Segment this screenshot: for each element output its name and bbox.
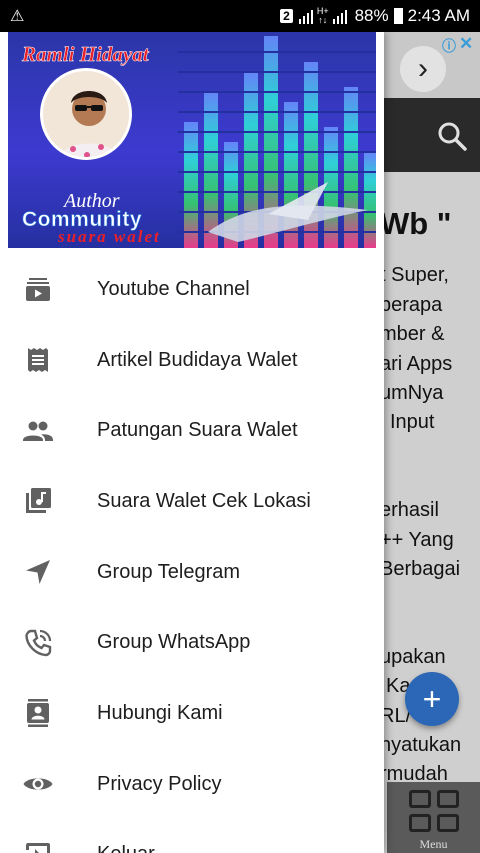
exit-icon xyxy=(25,842,50,853)
menu-item-label: Artikel Budidaya Walet xyxy=(97,348,298,371)
clock: 2:43 AM xyxy=(407,6,470,25)
menu-item-label: Privacy Policy xyxy=(97,772,222,795)
article-icon xyxy=(28,348,48,373)
signal-strength-icon xyxy=(298,8,313,24)
owner-name: Ramli Hidayat xyxy=(22,42,149,67)
navigation-drawer: Ramli Hidayat Author Community suara wal… xyxy=(0,32,384,853)
close-icon[interactable]: ✕ xyxy=(459,34,473,54)
menu-button[interactable]: Menu xyxy=(387,782,480,853)
menu-item-artikel-budidaya-walet[interactable]: Artikel Budidaya Walet xyxy=(0,325,384,396)
article-text-line: ari Apps xyxy=(380,353,453,375)
article-text-line: ++ Yang xyxy=(380,529,454,551)
status-bar: ⚠ 2 H+ ↑↓ 88% 2:43 AM xyxy=(0,0,480,32)
avatar xyxy=(40,68,132,160)
navigation-arrow-icon xyxy=(26,560,50,585)
equalizer-graphic xyxy=(178,36,376,248)
menu-item-privacy-policy[interactable]: Privacy Policy xyxy=(0,749,384,820)
youtube-channel-icon xyxy=(26,278,50,302)
article-heading: Wb " xyxy=(380,206,452,241)
community-subtitle: suara walet xyxy=(58,227,161,246)
article-text-line: erhasil xyxy=(380,499,439,521)
menu-item-patungan-suara-walet[interactable]: Patungan Suara Walet xyxy=(0,395,384,466)
article-text-line: umNya xyxy=(380,382,444,404)
search-icon[interactable] xyxy=(434,118,470,154)
menu-item-label: Group WhatsApp xyxy=(97,631,251,654)
people-icon xyxy=(23,421,53,441)
add-fab-button[interactable]: + xyxy=(405,672,459,726)
warning-icon: ⚠ xyxy=(10,8,25,25)
chevron-right-icon[interactable]: › xyxy=(400,46,446,92)
menu-item-label: Youtube Channel xyxy=(97,277,250,300)
menu-item-keluar[interactable]: Keluar xyxy=(0,820,384,853)
menu-item-label: Patungan Suara Walet xyxy=(97,419,298,442)
phone-in-talk-icon xyxy=(25,629,52,656)
sim-slot-badge: 2 xyxy=(280,9,293,23)
battery-icon xyxy=(393,8,403,24)
contact-card-icon xyxy=(27,699,49,728)
menu-item-suara-walet-cek-lokasi[interactable]: Suara Walet Cek Lokasi xyxy=(0,466,384,537)
info-icon[interactable]: ⓘ xyxy=(442,36,456,56)
article-text-line: berapa xyxy=(380,294,443,316)
music-library-icon xyxy=(26,488,51,514)
menu-item-youtube-channel[interactable]: Youtube Channel xyxy=(0,254,384,325)
article-text-line: Input xyxy=(390,411,435,433)
menu-label: Menu xyxy=(419,837,448,851)
article-text-line: t Super, xyxy=(380,264,449,286)
menu-item-hubungi-kami[interactable]: Hubungi Kami xyxy=(0,678,384,749)
article-text-line: mber & xyxy=(380,323,445,345)
article-text-line: nyatukan xyxy=(380,734,462,756)
article-text-line: Berbagai xyxy=(380,558,461,580)
menu-item-label: Hubungi Kami xyxy=(97,701,223,724)
menu-item-group-telegram[interactable]: Group Telegram xyxy=(0,537,384,608)
menu-item-group-whatsapp[interactable]: Group WhatsApp xyxy=(0,607,384,678)
eye-icon xyxy=(23,778,53,790)
menu-item-label: Suara Walet Cek Lokasi xyxy=(97,489,311,512)
menu-item-label: Keluar xyxy=(97,843,155,853)
signal-strength-icon-2 xyxy=(332,8,347,24)
battery-percent: 88% xyxy=(354,6,389,25)
drawer-header-banner: Ramli Hidayat Author Community suara wal… xyxy=(8,32,376,248)
drawer-menu: Youtube Channel Artikel Budidaya Walet P… xyxy=(0,254,384,853)
menu-item-label: Group Telegram xyxy=(97,560,241,583)
network-type-indicator: H+ ↑↓ xyxy=(316,6,329,25)
grid-icon xyxy=(409,790,459,832)
article-text-line: upakan xyxy=(380,646,446,668)
